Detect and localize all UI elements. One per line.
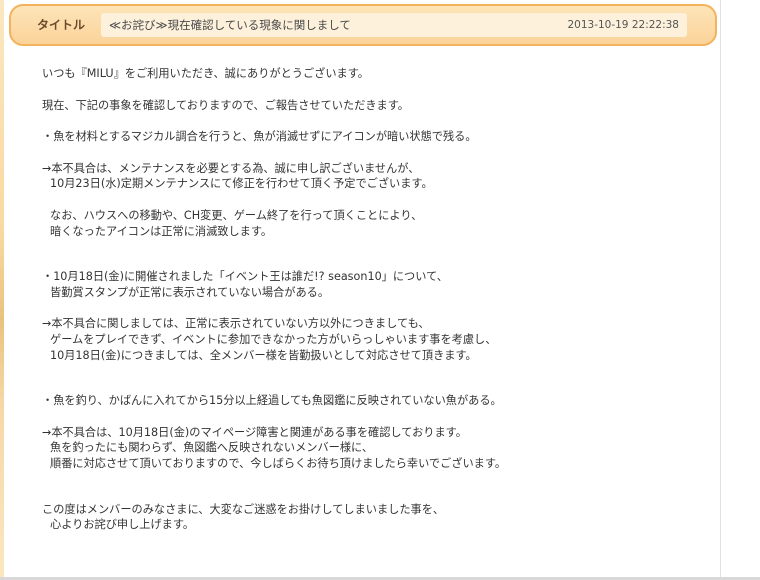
issue-2-title-line: ・10月18日(金)に開催されました「イベント王は誰だ!? season10」に… <box>42 270 448 284</box>
issue-2-response-line: →本不具合に関しましては、正常に表示されていない方以外につきましても、 <box>42 317 430 331</box>
issue-1-response-line: 10月23日(水)定期メンテナンスにて修正を行わせて頂く予定でございます。 <box>50 177 433 191</box>
message-subject: ≪お詫び≫現在確認している現象に関しまして <box>109 18 351 32</box>
issue-1-title: ・魚を材料とするマジカル調合を行うと、魚が消滅せずにアイコンが暗い状態で残る。 <box>42 130 477 144</box>
greeting-text: いつも『MILU』をご利用いただき、誠にありがとうございます。 <box>42 67 369 80</box>
issue-1-response-line: →本不具合は、メンテナンスを必要とする為、誠に申し訳ございませんが、 <box>42 161 420 175</box>
issue-1-note-line: なお、ハウスへの移動や、CH変更、ゲーム終了を行って頂くことにより、 <box>50 208 423 222</box>
issue-3-title: ・魚を釣り、かばんに入れてから15分以上経過しても魚図鑑に反映されていない魚があ… <box>42 394 502 408</box>
closing-line: この度はメンバーのみなさまに、大変なご迷惑をお掛けしてしまいました事を、 <box>42 502 445 516</box>
closing-line: 心よりお詫び申し上げます。 <box>50 518 195 532</box>
issue-3-response-line: 順番に対応させて頂いておりますので、今しばらくお待ち頂けましたら幸いでございます… <box>50 456 507 470</box>
issue-2-response-line: 10月18日(金)につきましては、全メンバー様を皆勤扱いとして対応させて頂きます… <box>50 348 477 362</box>
issue-3-response-line: →本不具合は、10月18日(金)のマイページ障害と関連がある事を確認しております… <box>42 425 467 439</box>
intro-text: 現在、下記の事象を確認しておりますので、ご報告させていただきます。 <box>42 98 409 112</box>
issue-2-response-line: ゲームをプレイできず、イベントに参加できなかった方がいらっしゃいます事を考慮し、 <box>50 332 497 346</box>
left-edge-decoration <box>0 0 4 580</box>
issue-3-response-line: 魚を釣ったにも関わらず、魚図鑑へ反映されないメンバー様に、 <box>50 441 374 455</box>
title-field: ≪お詫び≫現在確認している現象に関しまして 2013-10-19 22:22:3… <box>101 13 687 37</box>
issue-2-title-line: 皆勤賞スタンプが正常に表示されていない場合がある。 <box>50 285 330 299</box>
right-margin <box>720 0 760 580</box>
message-header: タイトル ≪お詫び≫現在確認している現象に関しまして 2013-10-19 22… <box>9 4 717 46</box>
issue-1-note-line: 暗くなったアイコンは正常に消滅致します。 <box>50 224 273 238</box>
message-date: 2013-10-19 22:22:38 <box>567 19 679 31</box>
message-body: いつも『MILU』をご利用いただき、誠にありがとうございます。 現在、下記の事象… <box>42 66 702 533</box>
title-label: タイトル <box>36 18 85 32</box>
message-view: タイトル ≪お詫び≫現在確認している現象に関しまして 2013-10-19 22… <box>0 0 760 580</box>
